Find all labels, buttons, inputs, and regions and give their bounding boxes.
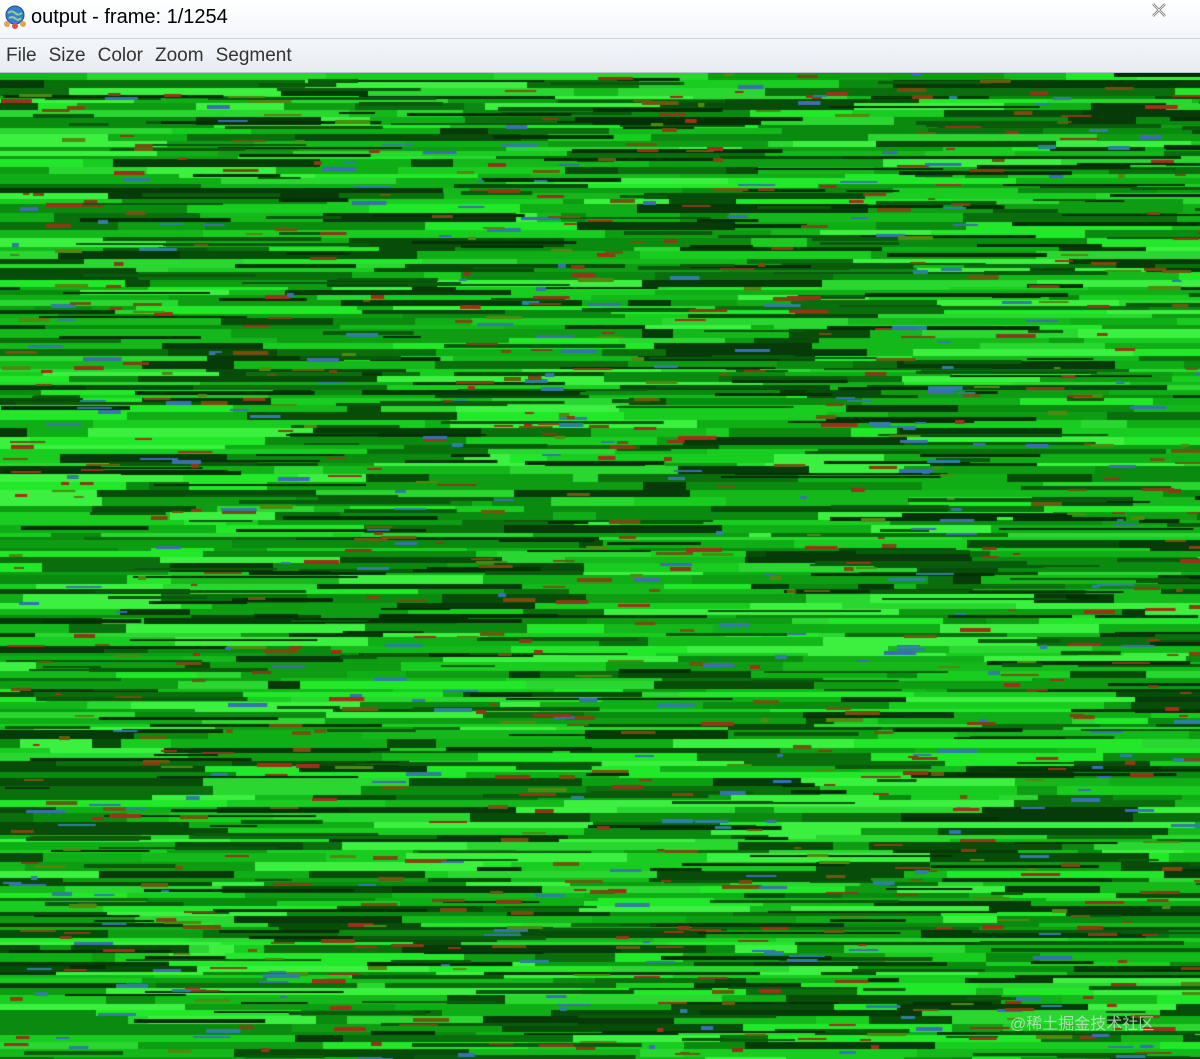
menu-segment[interactable]: Segment [210, 39, 298, 72]
globe-people-icon [2, 4, 28, 30]
menu-color[interactable]: Color [92, 39, 149, 72]
window-title: output - frame: 1/1254 [31, 6, 228, 28]
app-window: output - frame: 1/1254 File Size Color Z… [0, 0, 1200, 1059]
menu-bar: File Size Color Zoom Segment [0, 39, 1200, 73]
watermark-text: @稀土掘金技术社区 [1010, 1016, 1155, 1033]
menu-size[interactable]: Size [43, 39, 92, 72]
title-bar[interactable]: output - frame: 1/1254 [0, 0, 1200, 39]
video-frame-image [0, 73, 1200, 1059]
close-button[interactable] [1118, 0, 1200, 24]
frame-viewport[interactable] [0, 73, 1200, 1059]
menu-file[interactable]: File [0, 39, 43, 72]
close-icon [1151, 2, 1167, 22]
menu-zoom[interactable]: Zoom [149, 39, 210, 72]
